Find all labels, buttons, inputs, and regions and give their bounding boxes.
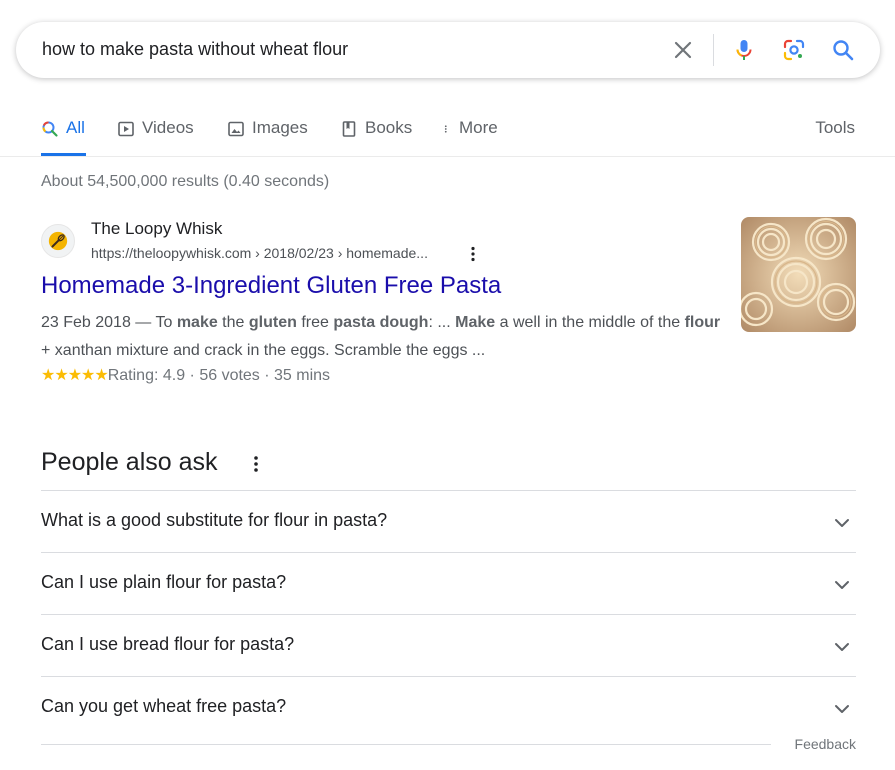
paa-divider	[41, 744, 771, 745]
site-name[interactable]: The Loopy Whisk	[91, 219, 222, 239]
feedback-link[interactable]: Feedback	[795, 736, 856, 752]
tab-books[interactable]: Books	[340, 118, 412, 156]
rating-text: Rating: 4.9 · 56 votes · 35 mins	[107, 367, 331, 384]
search-bar[interactable]: how to make pasta without wheat flour	[16, 22, 880, 78]
paa-heading: People also ask	[41, 448, 218, 476]
search-tabs: All Videos Images Books More Tools	[0, 108, 895, 157]
tab-videos[interactable]: Videos	[117, 118, 194, 156]
vertical-dots-icon	[444, 125, 447, 133]
chevron-down-icon	[835, 643, 849, 651]
tab-more[interactable]: More	[443, 118, 498, 156]
paa-question-text: Can I use plain flour for pasta?	[41, 572, 287, 592]
tab-more-label: More	[459, 118, 498, 137]
paa-question[interactable]: What is a good substitute for flour in p…	[41, 490, 856, 552]
rating-line: ★★★★★Rating: 4.9 · 56 votes · 35 mins	[41, 365, 330, 385]
site-url[interactable]: https://theloopywhisk.com › 2018/02/23 ›…	[91, 245, 428, 261]
search-result: The Loopy Whisk https://theloopywhisk.co…	[41, 215, 856, 400]
result-stats: About 54,500,000 results (0.40 seconds)	[41, 173, 330, 190]
image-icon	[228, 121, 244, 137]
result-title-link[interactable]: Homemade 3-Ingredient Gluten Free Pasta	[41, 272, 501, 300]
paa-question-text: Can I use bread flour for pasta?	[41, 634, 295, 654]
search-icon[interactable]	[831, 38, 855, 62]
search-input[interactable]: how to make pasta without wheat flour	[42, 39, 348, 60]
clear-icon[interactable]	[671, 38, 695, 62]
tab-books-label: Books	[365, 118, 413, 137]
play-box-icon	[118, 121, 134, 137]
result-snippet: 23 Feb 2018 — To make the gluten free pa…	[41, 314, 721, 359]
tab-all-label: All	[66, 118, 85, 137]
snippet-date: 23 Feb 2018	[41, 314, 131, 331]
lens-camera-icon[interactable]	[782, 38, 806, 62]
book-icon	[342, 121, 356, 137]
microphone-icon[interactable]	[732, 38, 756, 62]
whisk-favicon-icon[interactable]	[41, 224, 75, 258]
tab-videos-label: Videos	[142, 118, 194, 137]
paa-more-icon[interactable]	[248, 453, 264, 475]
tab-images-label: Images	[252, 118, 308, 137]
tab-images[interactable]: Images	[227, 118, 308, 156]
paa-question[interactable]: Can you get wheat free pasta?	[41, 676, 856, 738]
rating-stars-icon: ★★★★★	[41, 367, 109, 384]
search-divider	[713, 34, 714, 66]
paa-question[interactable]: Can I use bread flour for pasta?	[41, 614, 856, 676]
chevron-down-icon	[835, 519, 849, 527]
pasta-thumbnail-image[interactable]	[741, 217, 856, 332]
paa-question[interactable]: Can I use plain flour for pasta?	[41, 552, 856, 614]
search-color-icon	[42, 121, 58, 137]
chevron-down-icon	[835, 581, 849, 589]
tab-all[interactable]: All	[41, 118, 86, 156]
paa-list: What is a good substitute for flour in p…	[41, 490, 856, 738]
tools-button[interactable]: Tools	[815, 118, 855, 138]
paa-question-text: Can you get wheat free pasta?	[41, 696, 287, 716]
chevron-down-icon	[835, 705, 849, 713]
paa-question-text: What is a good substitute for flour in p…	[41, 510, 388, 530]
more-options-icon[interactable]	[466, 245, 480, 263]
